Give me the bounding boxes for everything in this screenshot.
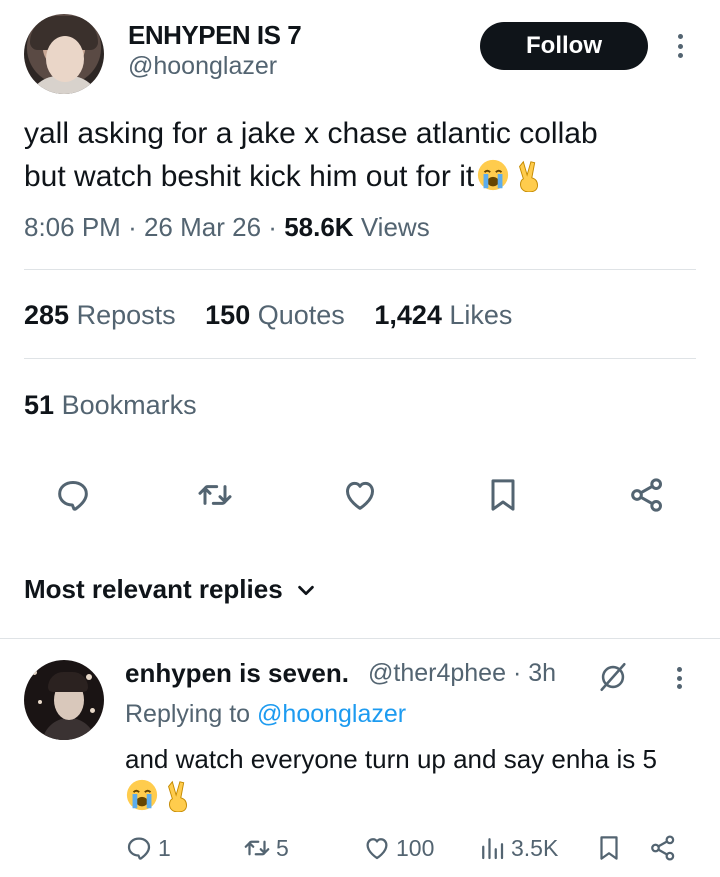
reply-share-button[interactable] [648,830,682,866]
reply-action-bar: 1 5 100 3.5K [0,830,720,866]
quotes-stat[interactable]: 150 Quotes [205,300,345,330]
reply-count: 1 [158,834,171,861]
loudly-crying-face-emoji-icon [126,779,158,811]
reply-bookmark-button[interactable] [594,830,628,866]
replies-sort-dropdown[interactable]: Most relevant replies [24,574,317,605]
repost-icon [244,840,270,856]
tweet-action-bar [0,470,720,520]
reply-item[interactable]: enhypen is seven. @ther4phee · 3h Replyi… [0,640,720,877]
divider [24,269,696,270]
like-icon[interactable] [335,470,385,520]
author-display-name[interactable]: ENHYPEN IS 7 [128,20,302,51]
tweet-text-line2: but watch beshit kick him out for it [24,160,475,193]
follow-button[interactable]: Follow [480,22,648,70]
views-icon [482,838,504,860]
more-options-icon[interactable] [670,30,690,62]
bookmarks-stat-row: 51 Bookmarks [24,390,219,421]
like-icon [366,838,388,860]
tweet-text: yall asking for a jake x chase atlantic … [24,112,696,198]
reply-views-button[interactable]: 3.5K [477,830,558,866]
reply-time[interactable]: 3h [528,659,556,687]
divider [0,638,720,639]
views-count: 3.5K [511,834,559,861]
engagement-stats: 285 Reposts 150 Quotes 1,424 Likes [24,300,534,331]
like-count: 100 [396,834,435,861]
reposts-stat[interactable]: 285 Reposts [24,300,176,330]
meta-separator: · [512,659,522,687]
reply-author-meta: @ther4phee · 3h [368,659,556,688]
chevron-down-icon [297,585,314,595]
tweet-text-line1: yall asking for a jake x chase atlantic … [24,117,598,150]
tweet-meta: 8:06 PM · 26 Mar 26 · 58.6K Views [24,212,430,243]
tweet-header: ENHYPEN IS 7 @hoonglazer Follow [24,14,696,94]
likes-stat[interactable]: 1,424 Likes [374,300,512,330]
meta-separator: · [268,212,277,242]
grok-icon[interactable] [596,660,630,694]
reply-author-name[interactable]: enhypen is seven. [125,658,349,689]
replying-to: Replying to @hoonglazer [125,700,407,728]
views-label[interactable]: Views [361,212,430,242]
reply-author-handle[interactable]: @ther4phee [368,659,506,687]
bookmark-icon[interactable] [478,470,528,520]
replies-sort-label: Most relevant replies [24,574,283,604]
replying-to-handle-link[interactable]: @hoonglazer [257,700,406,728]
meta-separator: · [128,212,137,242]
bookmark-icon [600,836,618,860]
repost-icon[interactable] [190,470,240,520]
reply-author-avatar[interactable] [24,660,104,740]
victory-hand-emoji-icon [519,160,539,192]
author-avatar[interactable] [24,14,104,94]
repost-count: 5 [276,834,289,861]
reply-icon[interactable] [48,470,98,520]
reply-repost-button[interactable]: 5 [242,830,289,866]
reply-like-button[interactable]: 100 [362,830,434,866]
reply-text: and watch everyone turn up and say enha … [125,740,705,816]
tweet-date[interactable]: 26 Mar 26 [144,212,261,242]
reply-reply-button[interactable]: 1 [124,830,171,866]
share-icon [651,835,675,861]
bookmarks-stat[interactable]: 51 Bookmarks [24,390,197,420]
reply-icon [127,837,151,860]
views-count[interactable]: 58.6K [284,212,353,242]
victory-hand-emoji-icon [168,780,187,812]
tweet-time[interactable]: 8:06 PM [24,212,121,242]
share-icon[interactable] [622,470,672,520]
reply-more-options-icon[interactable] [670,664,688,692]
author-handle[interactable]: @hoonglazer [128,52,277,81]
divider [24,358,696,359]
loudly-crying-face-emoji-icon [478,159,509,191]
